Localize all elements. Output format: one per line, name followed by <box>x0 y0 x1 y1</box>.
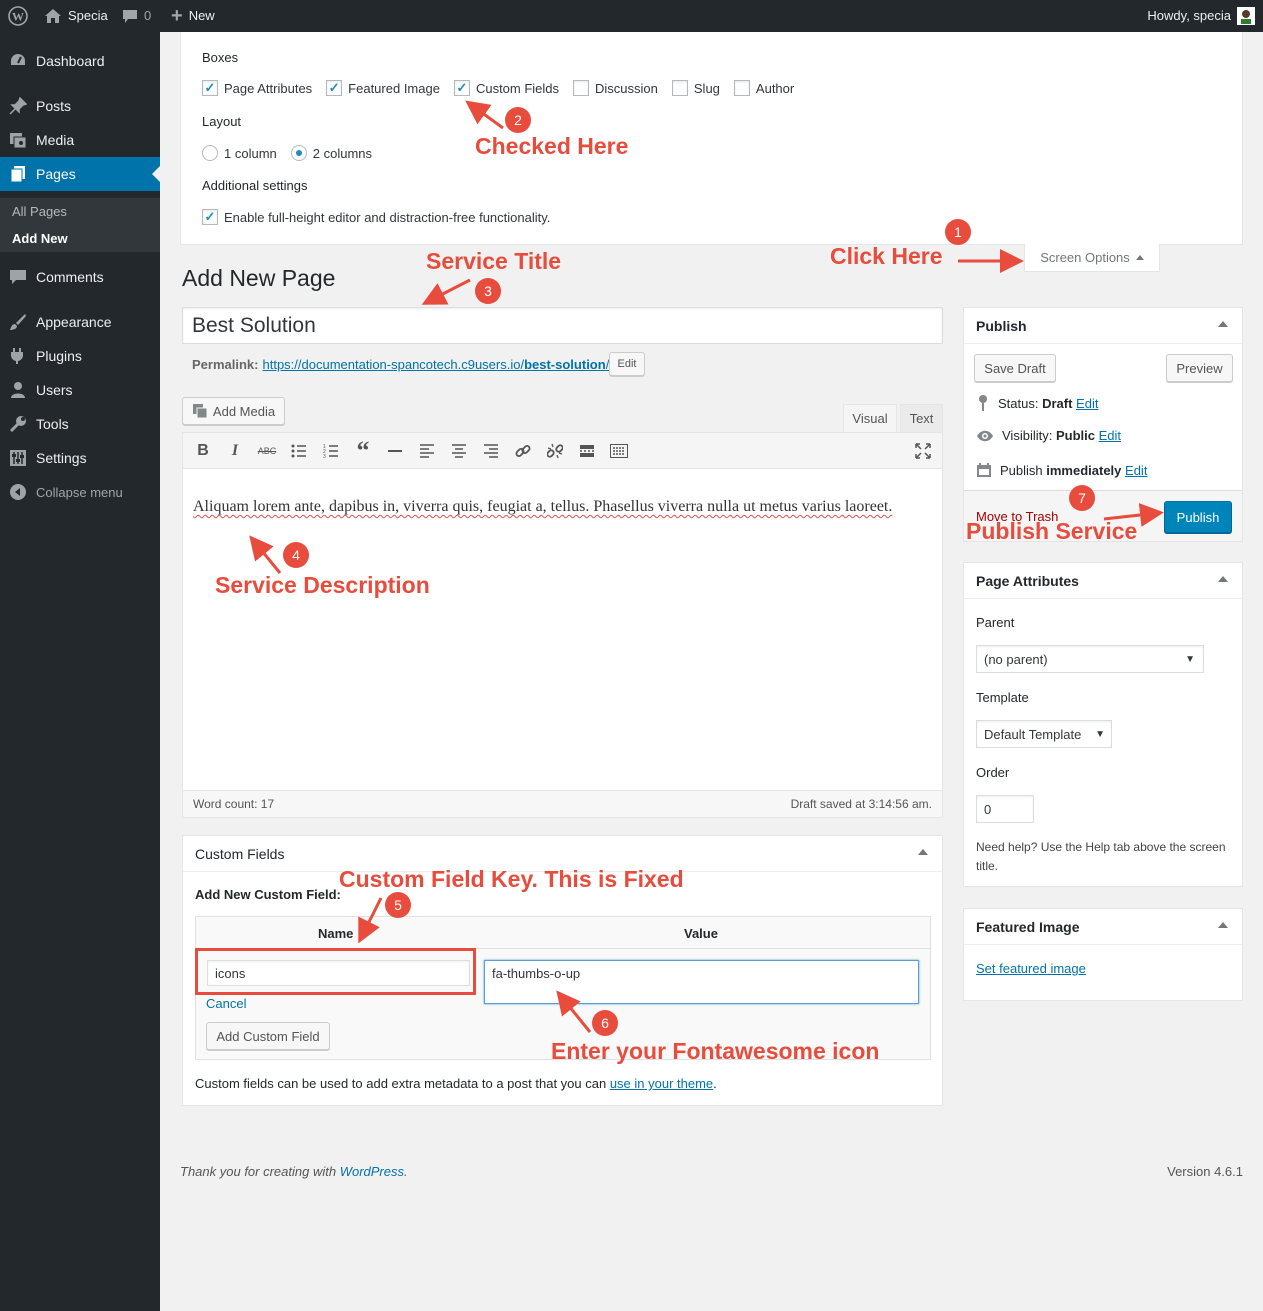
annotation-number-4: 4 <box>283 542 309 568</box>
annotation-service-title: Service Title <box>426 248 562 274</box>
annotation-service-description: Service Description <box>215 572 430 598</box>
annotation-click-here: Click Here <box>830 243 943 269</box>
arrow-6 <box>556 990 592 1033</box>
annotation-number-2: 2 <box>505 107 531 133</box>
arrow-3 <box>421 278 471 305</box>
annotation-custom-field-key: Custom Field Key. This is Fixed <box>339 866 684 892</box>
annotation-checked-here: Checked Here <box>475 133 629 159</box>
annotation-number-6: 6 <box>592 1010 618 1036</box>
annotation-arrows <box>249 100 1164 1033</box>
annotation-number-1: 1 <box>945 219 971 245</box>
arrow-4 <box>249 535 282 574</box>
name-field-highlight <box>195 948 476 995</box>
annotation-number-7: 7 <box>1069 485 1095 511</box>
annotation-fontawesome-icon: Enter your Fontawesome icon <box>551 1038 880 1064</box>
annotation-publish-service: Publish Service <box>966 518 1138 544</box>
annotation-number-3: 3 <box>475 278 501 304</box>
arrow-2 <box>465 100 504 130</box>
arrow-5 <box>358 897 383 944</box>
annotation-number-5: 5 <box>385 892 411 918</box>
